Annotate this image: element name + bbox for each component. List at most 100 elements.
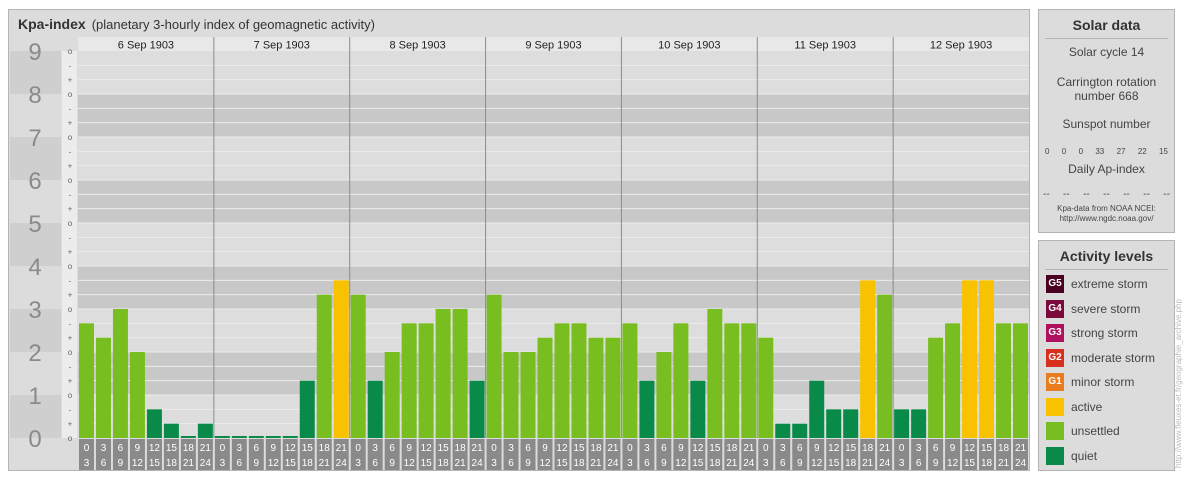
time-start-label: 9 xyxy=(271,443,277,454)
time-end-label: 9 xyxy=(525,458,531,469)
time-start-label: 18 xyxy=(590,443,602,454)
time-end-label: 18 xyxy=(845,458,857,469)
legend-swatch xyxy=(1046,446,1064,465)
time-start-label: 9 xyxy=(406,443,412,454)
ap-value: -- xyxy=(1103,189,1110,200)
time-end-label: 12 xyxy=(268,458,280,469)
time-end-label: 21 xyxy=(998,458,1010,469)
ap-value: -- xyxy=(1063,189,1070,200)
time-start-label: 0 xyxy=(491,443,497,454)
day-label: 6 Sep 1903 xyxy=(118,40,174,52)
sunspot-label: Sunspot number xyxy=(1062,117,1151,131)
time-end-label: 6 xyxy=(508,458,514,469)
ap-value: -- xyxy=(1043,189,1050,200)
kp-bar xyxy=(605,337,621,438)
time-end-label: 24 xyxy=(879,458,891,469)
time-end-label: 21 xyxy=(319,458,331,469)
time-end-label: 9 xyxy=(933,458,939,469)
kp-bar xyxy=(469,380,485,438)
time-start-label: 9 xyxy=(678,443,684,454)
data-credit: Kpa-data from NOAA NCEI: http://www.ngdc… xyxy=(1039,204,1174,224)
y-minor-tick-label: o xyxy=(68,176,73,185)
time-start-label: 0 xyxy=(627,443,633,454)
y-minor-tick-label: + xyxy=(68,291,73,300)
sunspot-value: 0 xyxy=(1061,147,1067,156)
time-end-label: 3 xyxy=(627,458,633,469)
time-end-label: 3 xyxy=(763,458,769,469)
time-end-label: 12 xyxy=(132,458,144,469)
y-minor-tick-label: o xyxy=(68,348,73,357)
kp-bar xyxy=(79,323,94,438)
kp-bar xyxy=(826,409,842,438)
legend-label: active xyxy=(1071,399,1103,414)
y-minor-tick-label: o xyxy=(68,133,73,142)
time-end-label: 21 xyxy=(862,458,874,469)
kp-bar xyxy=(401,323,417,438)
kp-bar xyxy=(639,380,655,438)
y-minor-tick-label: + xyxy=(68,248,73,257)
kp-bar xyxy=(384,352,400,438)
time-end-label: 12 xyxy=(675,458,687,469)
time-start-label: 9 xyxy=(814,443,820,454)
day-label: 10 Sep 1903 xyxy=(658,40,720,52)
time-end-label: 12 xyxy=(539,458,551,469)
time-end-label: 15 xyxy=(285,458,297,469)
kp-bar xyxy=(945,323,961,438)
kp-bar xyxy=(537,337,553,438)
kp-bar xyxy=(979,280,995,438)
time-start-label: 12 xyxy=(964,443,976,454)
kp-bar xyxy=(843,409,859,438)
solar-data-panel: Solar data Solar cycle 14 Carrington rot… xyxy=(1038,9,1175,233)
legend-item-quiet: quiet xyxy=(1046,446,1097,466)
kpa-bar-chart: 0123456789o+-o+-o+-o+-o+-o+-o+-o+-o+-o 6 … xyxy=(10,37,1029,470)
time-end-label: 6 xyxy=(101,458,107,469)
credit-link[interactable]: http://www.ngdc.noaa.gov/ xyxy=(1039,214,1174,224)
time-start-label: 6 xyxy=(254,443,260,454)
time-end-label: 9 xyxy=(118,458,124,469)
y-minor-tick-label: - xyxy=(69,362,72,371)
time-end-label: 18 xyxy=(981,458,993,469)
time-end-label: 24 xyxy=(743,458,755,469)
plot-band xyxy=(78,51,1029,94)
kp-bar xyxy=(758,337,774,438)
sunspot-value: 0 xyxy=(1078,147,1084,156)
legend-item-active: active xyxy=(1046,397,1102,417)
legend-item-g3: G3 strong storm xyxy=(1046,323,1138,343)
kp-bar xyxy=(486,294,502,438)
time-start-label: 21 xyxy=(743,443,755,454)
legend-swatch: G1 xyxy=(1046,373,1064,391)
legend-item-g4: G4 severe storm xyxy=(1046,299,1140,319)
plot-band xyxy=(78,223,1029,266)
time-start-label: 15 xyxy=(845,443,857,454)
time-start-label: 21 xyxy=(607,443,619,454)
legend-label: unsettled xyxy=(1071,424,1120,438)
kp-bar xyxy=(792,423,808,438)
kp-bar xyxy=(894,409,910,438)
y-tick-label: 3 xyxy=(28,297,41,324)
legend-swatch: G3 xyxy=(1046,324,1064,342)
legend-swatch: G5 xyxy=(1046,275,1064,293)
time-end-label: 12 xyxy=(947,458,959,469)
time-start-label: 18 xyxy=(998,443,1010,454)
carrington-label: Carrington rotation xyxy=(1056,75,1157,89)
time-end-label: 9 xyxy=(797,458,803,469)
time-start-label: 3 xyxy=(237,443,243,454)
time-end-label: 3 xyxy=(84,458,90,469)
time-start-label: 15 xyxy=(573,443,585,454)
y-tick-label: 8 xyxy=(28,82,41,109)
time-end-label: 9 xyxy=(389,458,395,469)
y-minor-tick-label: o xyxy=(68,434,73,443)
y-tick-label: 2 xyxy=(28,340,41,367)
time-end-label: 18 xyxy=(438,458,450,469)
time-end-label: 21 xyxy=(455,458,467,469)
legend-item-g2: G2 moderate storm xyxy=(1046,348,1155,368)
day-label: 12 Sep 1903 xyxy=(930,40,992,52)
time-end-label: 3 xyxy=(491,458,497,469)
time-end-label: 15 xyxy=(149,458,161,469)
time-start-label: 21 xyxy=(200,443,212,454)
activity-levels-title: Activity levels xyxy=(1059,248,1154,264)
kp-bar xyxy=(554,323,570,438)
kp-bar xyxy=(350,294,366,438)
solar-data-title: Solar data xyxy=(1072,17,1141,33)
kp-bar xyxy=(435,309,451,438)
